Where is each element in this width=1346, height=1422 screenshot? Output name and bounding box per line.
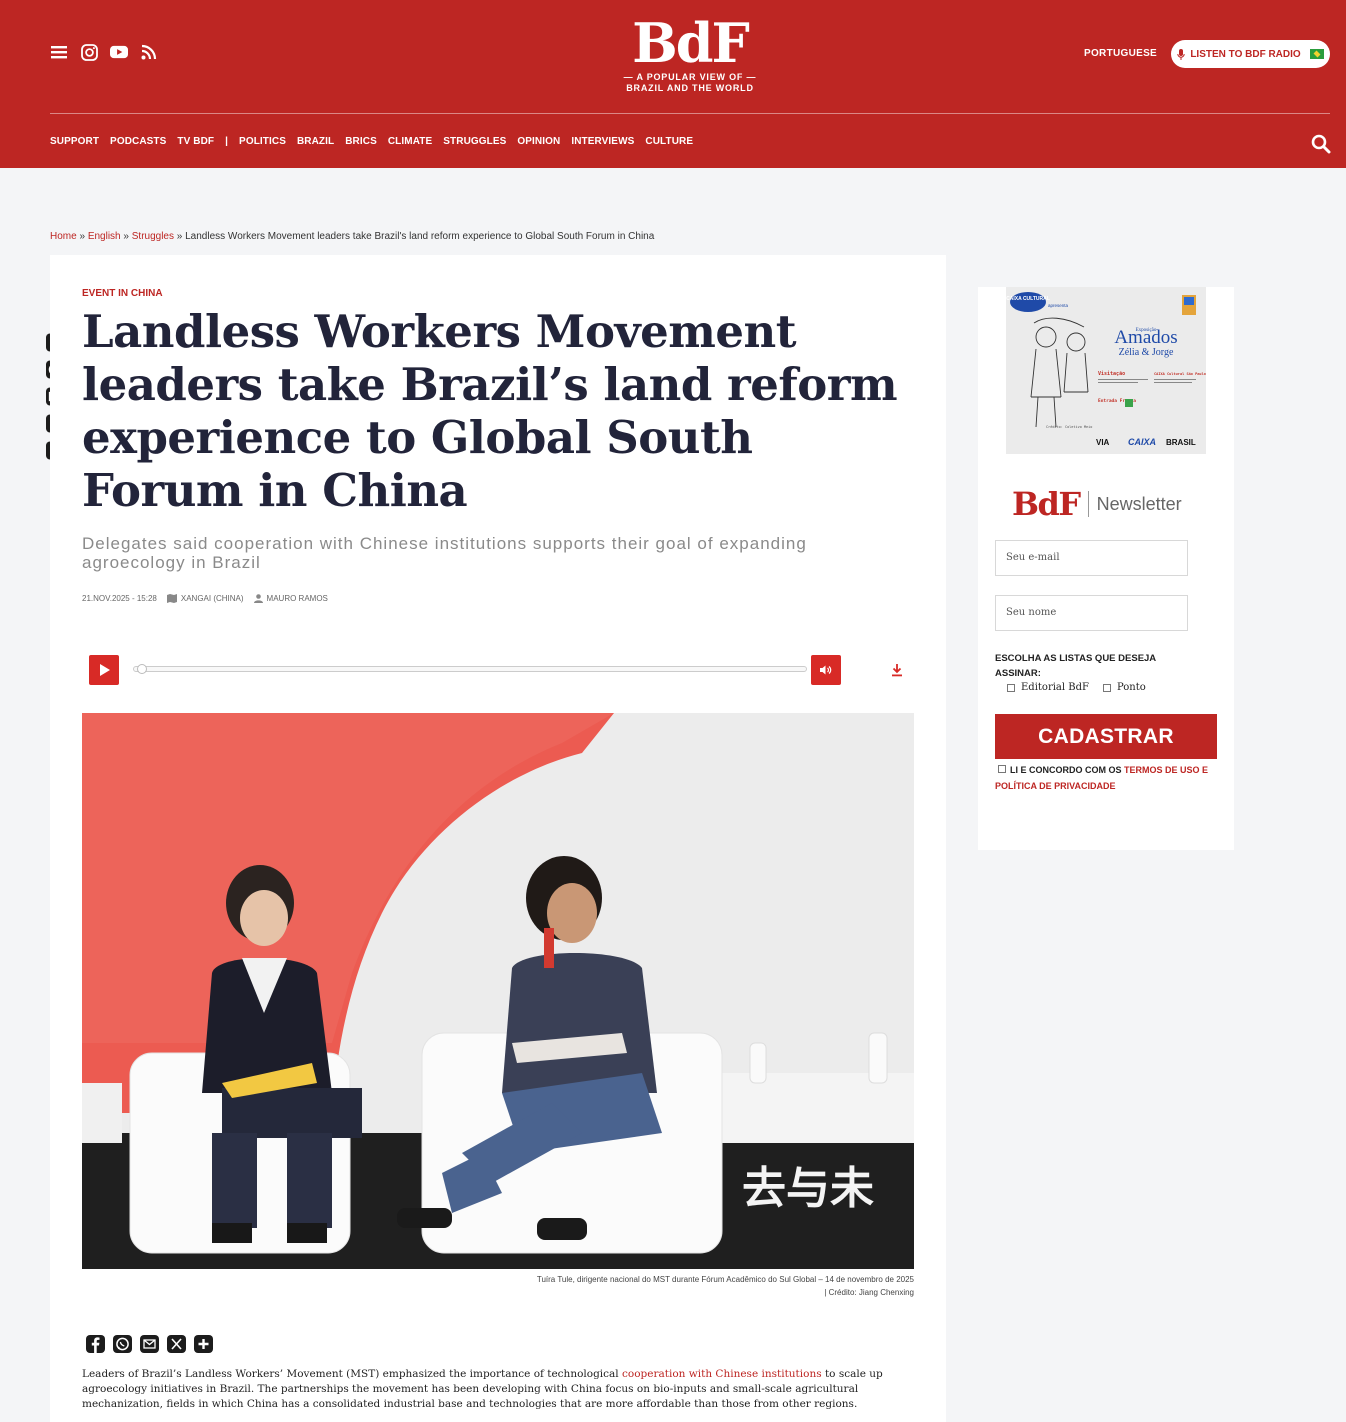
logo-mark: BdF bbox=[632, 11, 750, 75]
article-author[interactable]: MAURO RAMOS bbox=[253, 594, 328, 603]
volume-icon bbox=[820, 665, 832, 675]
site-logo[interactable]: BdF — A POPULAR VIEW OF — BRAZIL AND THE… bbox=[620, 14, 760, 94]
ad-venue: CAIXA Cultural São Paulo bbox=[1154, 372, 1206, 376]
download-icon[interactable] bbox=[890, 663, 904, 677]
breadcrumb: Home » English » Struggles » Landless Wo… bbox=[50, 231, 655, 242]
youtube-icon[interactable] bbox=[110, 43, 128, 61]
article-body-text-1: Leaders of Brazil’s Landless Workers’ Mo… bbox=[82, 1368, 623, 1380]
ad-sponsor-brasil: BRASIL bbox=[1166, 438, 1196, 447]
ad-visitacao: Visitação bbox=[1098, 371, 1125, 377]
language-link[interactable]: PORTUGUESE bbox=[1084, 48, 1157, 59]
header-divider bbox=[50, 113, 1330, 114]
header-social-icons bbox=[50, 43, 158, 61]
terms-checkbox[interactable] bbox=[998, 765, 1006, 773]
nav-interviews[interactable]: INTERVIEWS bbox=[571, 136, 634, 147]
article-title: Landless Workers Movement leaders take B… bbox=[82, 305, 898, 517]
newsletter-logo: BdF Newsletter bbox=[1012, 486, 1182, 522]
photo-caption: Tuíra Tule, dirigente nacional do MST du… bbox=[82, 1273, 914, 1299]
list-ponto-label: Ponto bbox=[1116, 682, 1146, 693]
nav-struggles[interactable]: STRUGGLES bbox=[443, 136, 506, 147]
ad-title: Amados bbox=[1114, 327, 1177, 348]
main-nav: SUPPORT PODCASTS TV BDF | POLITICS BRAZI… bbox=[50, 136, 693, 147]
breadcrumb-home[interactable]: Home bbox=[50, 231, 77, 242]
brazil-flag-icon bbox=[1309, 49, 1324, 59]
audio-progress-track[interactable] bbox=[133, 666, 807, 672]
logo-tagline-1: — A POPULAR VIEW OF — bbox=[623, 72, 757, 82]
photo-caption-credit: | Crédito: Jiang Chenxing bbox=[824, 1288, 914, 1297]
play-button[interactable] bbox=[89, 655, 119, 685]
nav-podcasts[interactable]: PODCASTS bbox=[110, 136, 166, 147]
email-icon[interactable] bbox=[139, 1334, 160, 1354]
terms-prefix: LI E CONCORDO COM OS bbox=[1010, 765, 1125, 775]
breadcrumb-current: Landless Workers Movement leaders take B… bbox=[185, 231, 655, 242]
nav-support[interactable]: SUPPORT bbox=[50, 136, 99, 147]
newsletter-terms: LI E CONCORDO COM OS TERMOS DE USO E POL… bbox=[995, 762, 1217, 794]
nav-opinion[interactable]: OPINION bbox=[517, 136, 560, 147]
article-author-text: MAURO RAMOS bbox=[266, 594, 328, 603]
article-subtitle: Delegates said cooperation with Chinese … bbox=[82, 534, 807, 572]
photo-caption-line1: Tuíra Tule, dirigente nacional do MST du… bbox=[536, 1275, 914, 1284]
article-meta: 21.NOV.2025 - 15:28 XANGAI (CHINA) MAURO… bbox=[82, 594, 328, 603]
list-editorial-label: Editorial BdF bbox=[1021, 682, 1089, 693]
newsletter-name-field[interactable]: Seu nome bbox=[995, 595, 1188, 631]
newsletter-bdf-mark: BdF bbox=[1012, 485, 1081, 523]
breadcrumb-english[interactable]: English bbox=[88, 231, 121, 242]
audio-player bbox=[89, 655, 902, 685]
volume-button[interactable] bbox=[811, 655, 841, 685]
newsletter-logo-divider bbox=[1087, 491, 1089, 517]
rss-icon[interactable] bbox=[140, 43, 158, 61]
article-share-bar bbox=[85, 1334, 214, 1354]
instagram-icon[interactable] bbox=[80, 43, 98, 61]
list-ponto[interactable]: Ponto bbox=[1102, 682, 1146, 693]
article-body: Leaders of Brazil’s Landless Workers’ Mo… bbox=[82, 1367, 914, 1412]
list-editorial-checkbox[interactable] bbox=[1007, 683, 1015, 692]
newsletter-submit-button[interactable]: CADASTRAR bbox=[995, 714, 1217, 759]
right-sidebar: CAIXA CULTURAL apresenta Exposição Amado… bbox=[978, 287, 1234, 850]
list-editorial-bdf[interactable]: Editorial BdF bbox=[1007, 682, 1089, 693]
nav-tv-bdf[interactable]: TV BDF bbox=[177, 136, 214, 147]
whatsapp-icon[interactable] bbox=[112, 1334, 133, 1354]
site-header: BdF — A POPULAR VIEW OF — BRAZIL AND THE… bbox=[0, 0, 1346, 168]
user-icon bbox=[253, 594, 263, 603]
breadcrumb-struggles[interactable]: Struggles bbox=[132, 231, 174, 242]
plus-icon[interactable] bbox=[193, 1334, 214, 1354]
facebook-icon[interactable] bbox=[85, 1334, 106, 1354]
listen-radio-button[interactable]: LISTEN TO BDF RADIO bbox=[1171, 40, 1330, 68]
radio-label: LISTEN TO BDF RADIO bbox=[1190, 48, 1301, 60]
ad-subtitle: Zélia & Jorge bbox=[1119, 347, 1174, 358]
nav-separator: | bbox=[225, 136, 229, 147]
article-card: EVENT IN CHINA Landless Workers Movement… bbox=[50, 255, 946, 1422]
ad-credit: Crédito: Coletivo Meio bbox=[1046, 425, 1092, 429]
map-icon bbox=[166, 594, 177, 603]
logo-tagline-2: BRAZIL AND THE WORLD bbox=[626, 83, 754, 93]
microphone-icon bbox=[1177, 48, 1186, 60]
ad-sponsor-caixa: CAIXA bbox=[1128, 437, 1156, 447]
article-location-text: XANGAI (CHINA) bbox=[180, 594, 244, 603]
ad-badge-sub: apresenta bbox=[1048, 303, 1069, 308]
ad-sponsor-via: VIA bbox=[1096, 438, 1110, 447]
article-body-link[interactable]: cooperation with Chinese institutions bbox=[622, 1368, 822, 1380]
audio-progress-knob[interactable] bbox=[137, 664, 147, 674]
list-ponto-checkbox[interactable] bbox=[1102, 683, 1111, 692]
newsletter-lists: Editorial BdF Ponto bbox=[1007, 682, 1146, 693]
nav-brics[interactable]: BRICS bbox=[345, 136, 377, 147]
newsletter-lists-label: ESCOLHA AS LISTAS QUE DESEJA ASSINAR: bbox=[995, 653, 1156, 679]
newsletter-label: Newsletter bbox=[1096, 493, 1182, 514]
nav-climate[interactable]: CLIMATE bbox=[388, 136, 432, 147]
x-icon[interactable] bbox=[166, 1334, 187, 1354]
nav-brazil[interactable]: BRAZIL bbox=[297, 136, 334, 147]
article-kicker[interactable]: EVENT IN CHINA bbox=[82, 288, 163, 299]
search-icon[interactable] bbox=[1311, 134, 1331, 154]
article-date: 21.NOV.2025 - 15:28 bbox=[82, 594, 157, 603]
article-photo: 去与未 bbox=[82, 713, 914, 1269]
article-location: XANGAI (CHINA) bbox=[166, 594, 244, 603]
ad-banner[interactable]: CAIXA CULTURAL apresenta Exposição Amado… bbox=[1006, 287, 1206, 454]
ad-badge: CAIXA CULTURAL bbox=[1006, 296, 1050, 302]
menu-icon[interactable] bbox=[50, 43, 68, 61]
photo-banner-text: 去与未 bbox=[742, 1163, 874, 1214]
nav-politics[interactable]: POLITICS bbox=[239, 136, 286, 147]
nav-culture[interactable]: CULTURE bbox=[645, 136, 693, 147]
newsletter-email-field[interactable]: Seu e-mail bbox=[995, 540, 1188, 576]
